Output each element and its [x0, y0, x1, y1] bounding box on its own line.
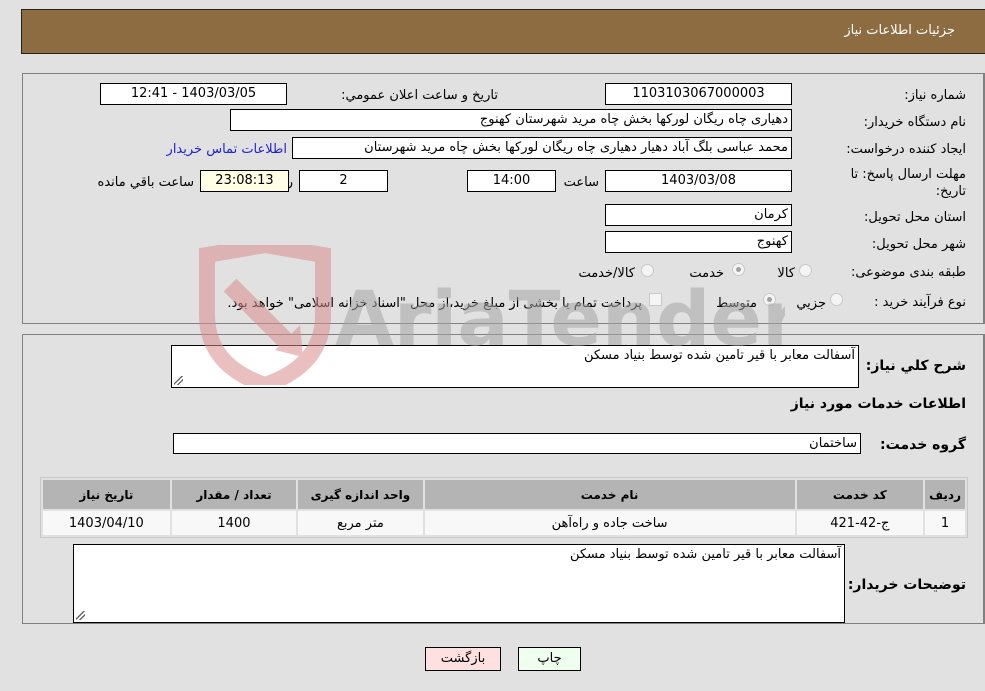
- remaining-time-field: 23:08:13: [200, 170, 289, 192]
- need-number-label: شماره نیاز:: [904, 88, 966, 103]
- col-need-date: تاریخ نیاز: [43, 480, 170, 509]
- col-quantity: تعداد / مقدار: [171, 480, 297, 509]
- buyer-org-field: دهیاری چاه ریگان لورکها بخش چاه مرید شهر…: [230, 109, 792, 131]
- announce-date-field: 1403/03/05 - 12:41: [100, 83, 287, 105]
- buyer-notes-text: آسفالت معابر با قیر تامین شده توسط بنیاد…: [569, 547, 841, 562]
- need-details-panel: شرح کلي نیاز: آسفالت معابر با قیر تامین …: [22, 334, 985, 624]
- process-label: نوع فرآیند خرید :: [874, 295, 966, 310]
- creator-label: ایجاد کننده درخواست:: [846, 142, 966, 157]
- cell-service-name: ساخت جاده و راه‌آهن: [424, 511, 795, 535]
- services-heading: اطلاعات خدمات مورد نیاز: [790, 396, 966, 412]
- category-radio-goods-service[interactable]: [641, 264, 654, 277]
- buyer-notes-textarea[interactable]: آسفالت معابر با قیر تامین شده توسط بنیاد…: [73, 544, 845, 623]
- summary-label: شرح کلي نیاز:: [865, 358, 966, 374]
- services-table: ردیف کد خدمت نام خدمت واحد اندازه گیری ت…: [40, 477, 968, 538]
- table-row: 1 ج-42-421 ساخت جاده و راه‌آهن متر مربع …: [43, 511, 965, 535]
- cell-need-date: 1403/04/10: [43, 511, 170, 535]
- deadline-time-label: ساعت: [563, 175, 599, 190]
- category-radio-service[interactable]: [732, 263, 745, 276]
- deadline-label: مهلت ارسال پاسخ: تا تاریخ:: [850, 167, 966, 199]
- buyer-contact-link[interactable]: اطلاعات تماس خریدار: [167, 142, 287, 157]
- summary-textarea[interactable]: آسفالت معابر با قیر تامین شده توسط بنیاد…: [171, 345, 859, 388]
- back-button[interactable]: بازگشت: [425, 647, 501, 671]
- category-option-goods-service: کالا/خدمت: [578, 266, 635, 281]
- resize-grip-icon[interactable]: [174, 376, 183, 385]
- deadline-time-field: 14:00: [467, 170, 556, 192]
- cell-quantity: 1400: [171, 511, 297, 535]
- cell-row-number: 1: [925, 511, 965, 535]
- service-group-field: ساختمان: [173, 433, 861, 454]
- col-service-name: نام خدمت: [424, 480, 795, 509]
- page-title: جزئیات اطلاعات نیاز: [844, 23, 955, 38]
- category-option-goods: کالا: [777, 266, 795, 281]
- province-field: کرمان: [605, 204, 792, 226]
- col-unit: واحد اندازه گیری: [298, 480, 423, 509]
- need-number-field: 1103103067000003: [605, 83, 792, 105]
- remaining-time-label: ساعت باقي مانده: [97, 175, 194, 190]
- deadline-date-field: 1403/03/08: [605, 170, 792, 192]
- process-radio-medium[interactable]: [763, 293, 776, 306]
- process-radio-minor[interactable]: [830, 293, 843, 306]
- service-group-label: گروه خدمت:: [880, 437, 966, 453]
- process-option-minor: جزيي: [796, 296, 826, 311]
- category-option-service: خدمت: [689, 266, 724, 281]
- creator-field: محمد عباسی بلگ آباد دهیار دهیاری چاه ریگ…: [292, 137, 792, 159]
- col-service-code: کد خدمت: [796, 480, 924, 509]
- days-remaining-field: 2: [299, 170, 388, 192]
- resize-grip-icon[interactable]: [76, 611, 85, 620]
- city-field: کهنوج: [605, 231, 792, 253]
- treasury-checkbox[interactable]: [649, 293, 662, 306]
- category-radio-goods[interactable]: [799, 264, 812, 277]
- process-option-medium: متوسط: [716, 296, 757, 311]
- city-label: شهر محل تحویل:: [871, 237, 966, 252]
- category-label: طبقه بندی موضوعی:: [850, 265, 966, 280]
- table-header-row: ردیف کد خدمت نام خدمت واحد اندازه گیری ت…: [43, 480, 965, 509]
- buyer-org-label: نام دستگاه خریدار:: [863, 115, 966, 130]
- print-button[interactable]: چاپ: [518, 647, 581, 671]
- announce-date-label: تاریخ و ساعت اعلان عمومي:: [341, 88, 498, 103]
- cell-unit: متر مربع: [298, 511, 423, 535]
- summary-text: آسفالت معابر با قیر تامین شده توسط بنیاد…: [583, 348, 855, 363]
- col-row-number: ردیف: [925, 480, 965, 509]
- need-info-panel: شماره نیاز: 1103103067000003 تاریخ و ساع…: [22, 73, 985, 324]
- cell-service-code: ج-42-421: [796, 511, 924, 535]
- province-label: استان محل تحویل:: [864, 210, 966, 225]
- buyer-notes-label: توضیحات خریدار:: [847, 577, 966, 593]
- page-header: جزئیات اطلاعات نیاز: [21, 9, 985, 54]
- treasury-note: پرداخت تمام یا بخشی از مبلغ خرید،از محل …: [227, 296, 642, 311]
